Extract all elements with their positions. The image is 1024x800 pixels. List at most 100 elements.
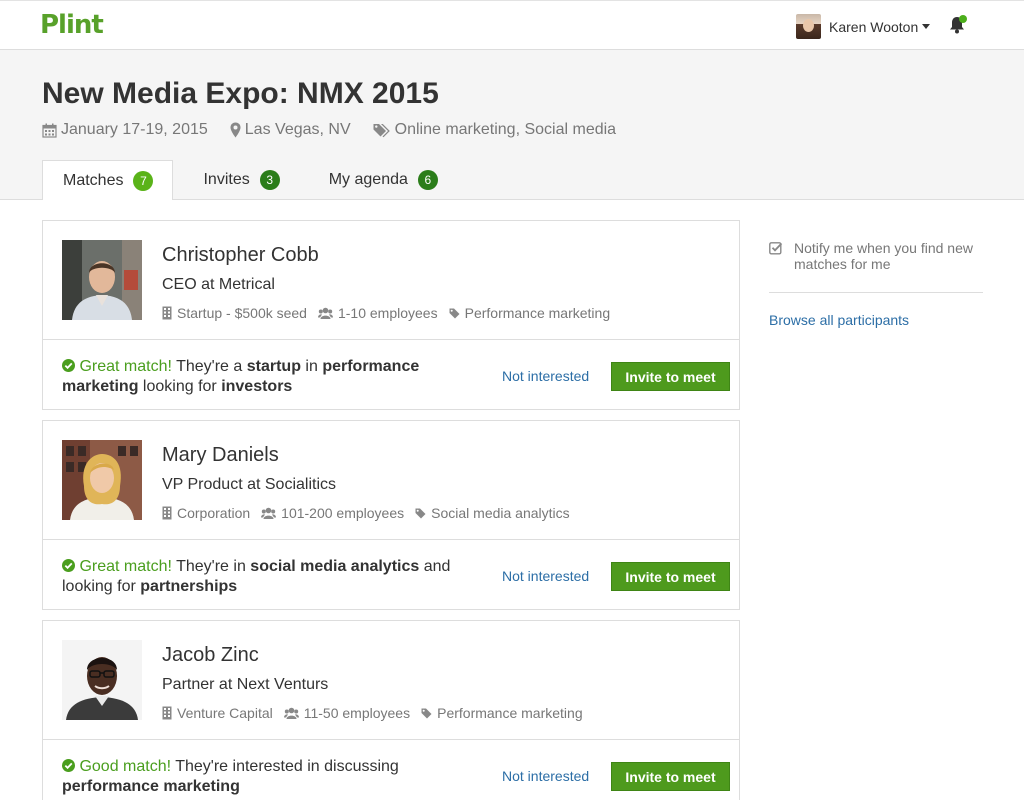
reason-highlight: social media analytics xyxy=(250,558,420,575)
building-icon xyxy=(162,306,172,320)
match-reason: Good match! They're interested in discus… xyxy=(62,757,462,797)
person-tags: Corporation 101-200 employees Social med… xyxy=(162,505,581,521)
not-interested-link[interactable]: Not interested xyxy=(502,568,589,584)
person-name[interactable]: Jacob Zinc xyxy=(162,644,259,667)
profile-photo[interactable] xyxy=(62,640,142,720)
main-content: Christopher Cobb CEO at Metrical Startup… xyxy=(0,200,1024,800)
person-tags: Venture Capital 11-50 employees Performa… xyxy=(162,705,594,721)
invite-to-meet-button[interactable]: Invite to meet xyxy=(611,762,730,791)
person-name[interactable]: Christopher Cobb xyxy=(162,244,319,267)
match-card-actions: Great match! They're a startup in perfor… xyxy=(43,340,739,409)
profile-photo[interactable] xyxy=(62,440,142,520)
person-title: CEO at Metrical xyxy=(162,276,275,293)
interest-tag: Social media analytics xyxy=(415,505,570,521)
employee-count: 101-200 employees xyxy=(261,505,404,521)
reason-text: in xyxy=(300,358,323,375)
person-tags: Startup - $500k seed 1-10 employees Perf… xyxy=(162,305,621,321)
interest-tag: Performance marketing xyxy=(421,705,583,721)
invite-to-meet-button[interactable]: Invite to meet xyxy=(611,362,730,391)
tag-icon xyxy=(449,308,460,318)
reason-highlight: investors xyxy=(221,378,293,395)
tab-matches[interactable]: Matches 7 xyxy=(42,160,174,201)
check-circle-icon xyxy=(62,359,75,372)
users-icon xyxy=(317,307,333,319)
tag-icon xyxy=(415,508,426,518)
browse-participants-link[interactable]: Browse all participants xyxy=(769,312,983,328)
building-icon xyxy=(162,706,172,720)
employee-count-text: 11-50 employees xyxy=(303,705,411,721)
interest-tag-text: Performance marketing xyxy=(437,705,583,721)
event-date-text: January 17-19, 2015 xyxy=(61,121,208,138)
count-badge: 6 xyxy=(417,170,438,190)
match-card: Christopher Cobb CEO at Metrical Startup… xyxy=(42,220,740,410)
profile-photo[interactable] xyxy=(62,240,142,320)
tag-icon xyxy=(421,708,432,718)
reason-text: They're in xyxy=(171,558,251,575)
company-type-text: Corporation xyxy=(177,505,251,521)
not-interested-link[interactable]: Not interested xyxy=(502,368,589,384)
event-header: New Media Expo: NMX 2015 January 17-19, … xyxy=(0,51,1024,201)
match-reason: Great match! They're a startup in perfor… xyxy=(62,357,462,397)
interest-tag: Performance marketing xyxy=(449,305,611,321)
divider xyxy=(769,292,983,293)
person-name[interactable]: Mary Daniels xyxy=(162,444,279,467)
employee-count-text: 101-200 employees xyxy=(281,505,405,521)
sidebar: Notify me when you find new matches for … xyxy=(769,240,983,328)
user-avatar xyxy=(796,14,821,39)
company-type: Corporation xyxy=(162,505,250,521)
event-location-text: Las Vegas, NV xyxy=(244,121,351,138)
interest-tag-text: Performance marketing xyxy=(464,305,611,321)
employee-count: 11-50 employees xyxy=(283,705,411,721)
employee-count-text: 1-10 employees xyxy=(337,305,438,321)
match-card-profile: Jacob Zinc Partner at Next Venturs Ventu… xyxy=(43,621,739,740)
company-type-text: Startup - $500k seed xyxy=(177,305,307,321)
chevron-down-icon xyxy=(922,24,931,29)
users-icon xyxy=(261,507,277,519)
match-quality: Great match! xyxy=(79,558,172,575)
event-topics-text: Online marketing, Social media xyxy=(394,121,617,138)
tab-invites[interactable]: Invites 3 xyxy=(183,160,298,200)
building-icon xyxy=(162,506,172,520)
reason-text: They're a xyxy=(171,358,247,375)
checkbox-checked-icon[interactable] xyxy=(769,241,783,255)
person-title: Partner at Next Venturs xyxy=(162,676,329,693)
tab-my-agenda[interactable]: My agenda 6 xyxy=(309,160,457,200)
match-reason: Great match! They're in social media ana… xyxy=(62,557,462,597)
match-card-profile: Mary Daniels VP Product at Socialitics C… xyxy=(43,421,739,540)
reason-text: They're interested in discussing xyxy=(171,758,399,775)
match-card-profile: Christopher Cobb CEO at Metrical Startup… xyxy=(43,221,739,340)
reason-highlight: partnerships xyxy=(140,578,238,595)
users-icon xyxy=(283,707,299,719)
check-circle-icon xyxy=(62,559,75,572)
match-quality: Good match! xyxy=(79,758,172,775)
reason-highlight: startup xyxy=(246,358,301,375)
reason-highlight: performance marketing xyxy=(62,778,240,795)
notify-checkbox[interactable]: Notify me when you find new matches for … xyxy=(769,240,983,272)
app-logo[interactable]: Plint xyxy=(40,10,104,40)
company-type-text: Venture Capital xyxy=(177,705,273,721)
person-title: VP Product at Socialitics xyxy=(162,476,337,493)
notifications-bell-icon[interactable] xyxy=(949,15,967,34)
user-menu[interactable]: Karen Wooton xyxy=(796,14,931,39)
match-quality: Great match! xyxy=(79,358,172,375)
page-title: New Media Expo: NMX 2015 xyxy=(42,77,439,110)
notification-dot xyxy=(959,15,967,23)
match-card-actions: Good match! They're interested in discus… xyxy=(43,740,739,800)
count-badge: 3 xyxy=(259,170,280,190)
tab-label: Matches xyxy=(63,171,124,189)
match-card: Mary Daniels VP Product at Socialitics C… xyxy=(42,420,740,610)
tab-label: My agenda xyxy=(328,171,408,188)
tab-bar: Matches 7 Invites 3 My agenda 6 xyxy=(42,160,467,201)
company-type: Startup - $500k seed xyxy=(162,305,307,321)
not-interested-link[interactable]: Not interested xyxy=(502,768,589,784)
map-marker-icon xyxy=(230,122,241,138)
event-location: Las Vegas, NV xyxy=(230,121,351,139)
reason-text: looking for xyxy=(138,378,222,395)
event-topics: Online marketing, Social media xyxy=(373,121,616,139)
invite-to-meet-button[interactable]: Invite to meet xyxy=(611,562,730,591)
top-navbar: Plint Karen Wooton xyxy=(0,0,1024,50)
interest-tag-text: Social media analytics xyxy=(431,505,570,521)
notify-label: Notify me when you find new matches for … xyxy=(794,240,973,272)
company-type: Venture Capital xyxy=(162,705,273,721)
tab-label: Invites xyxy=(203,171,250,188)
